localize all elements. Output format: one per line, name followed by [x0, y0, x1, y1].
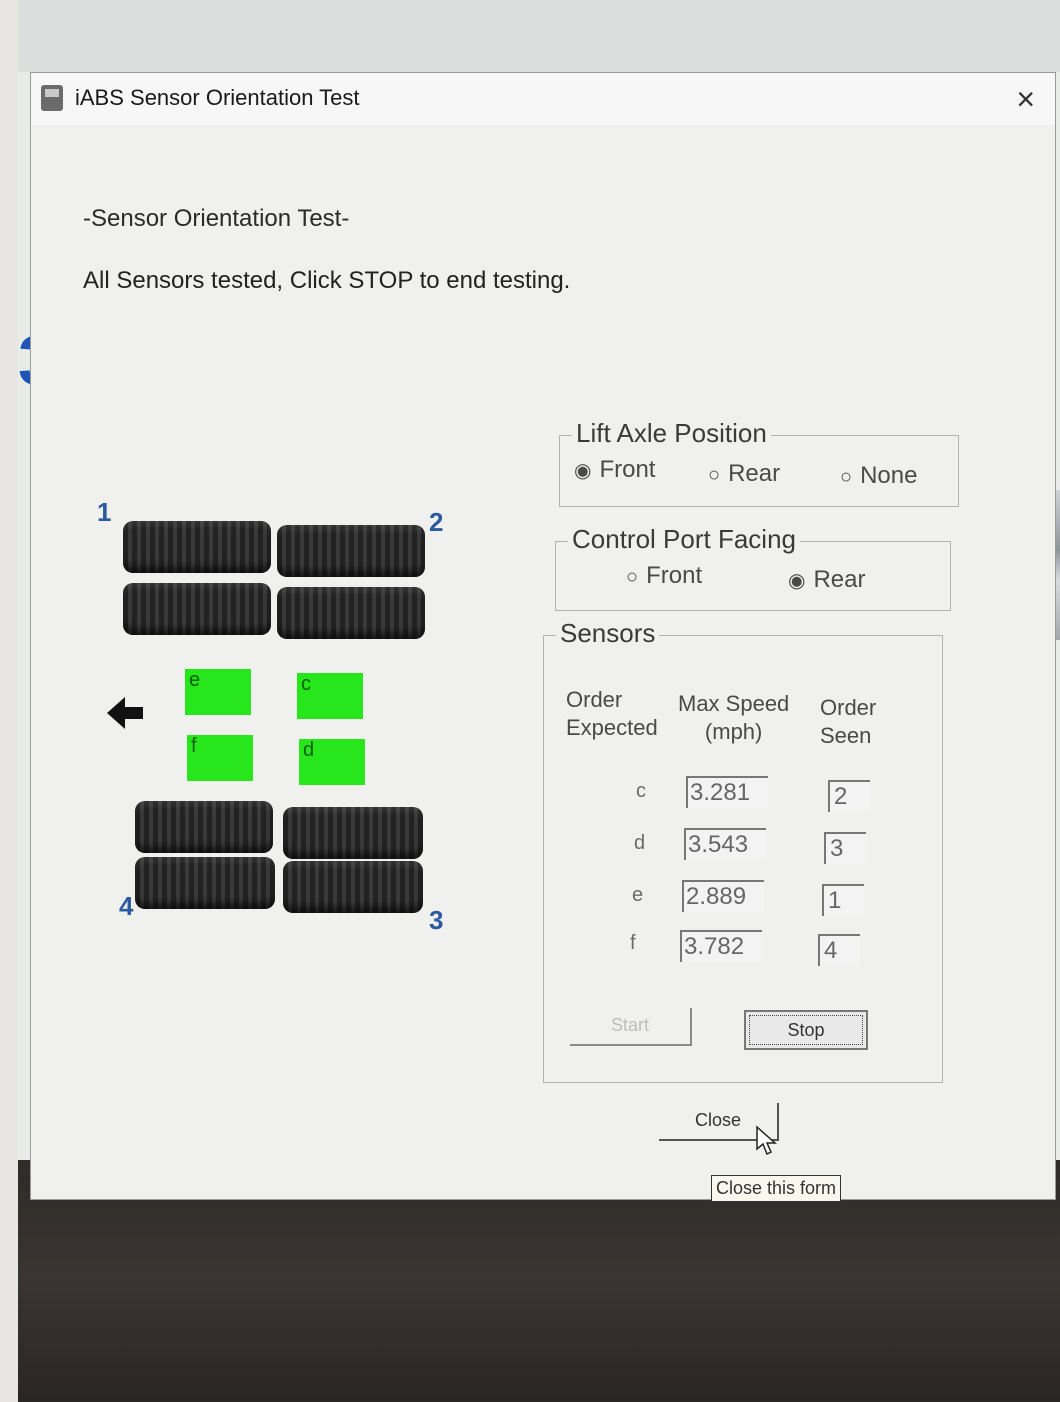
sensors-title: Sensors	[556, 618, 660, 649]
sensor-orientation-dialog: iABS Sensor Orientation Test × -Sensor O…	[30, 72, 1056, 1202]
lift-axle-rear-radio[interactable]: ○ Rear	[708, 460, 780, 488]
desktop-top-strip	[18, 0, 1060, 72]
tire-rear-right-inner	[283, 807, 423, 859]
axle-label-1: 1	[97, 497, 112, 527]
axle-label-2: 2	[429, 507, 444, 537]
close-icon[interactable]: ×	[1016, 81, 1035, 118]
order-seen-field: 4	[818, 934, 860, 966]
stop-button[interactable]: Stop	[744, 1010, 868, 1050]
max-speed-field: 3.782	[680, 930, 762, 962]
sensor-box-f: f	[187, 735, 253, 781]
window-title: iABS Sensor Orientation Test	[75, 85, 360, 110]
tire-front-left-outer	[123, 521, 271, 573]
sensor-row-letter: e	[632, 884, 644, 906]
tire-rear-left-outer	[135, 857, 275, 909]
close-tooltip: Close this form	[711, 1175, 842, 1202]
sensors-group: Sensors Order Expected Max Speed (mph) O…	[543, 618, 943, 1083]
order-seen-field: 1	[822, 884, 864, 916]
max-speed-field: 2.889	[682, 880, 764, 912]
sensor-row-letter: f	[630, 932, 636, 954]
column-header-order-seen: Order Seen	[820, 695, 877, 748]
sensor-box-d: d	[299, 739, 365, 785]
radio-unselected-icon: ○	[708, 464, 721, 486]
sensor-row-letter: c	[636, 780, 646, 802]
status-message: All Sensors tested, Click STOP to end te…	[83, 267, 571, 294]
lift-axle-group: Lift Axle Position ◉ Front ○ Rear ○ None	[559, 418, 959, 507]
lift-axle-none-radio[interactable]: ○ None	[840, 462, 917, 490]
radio-unselected-icon: ○	[626, 566, 639, 588]
axle-label-4: 4	[119, 891, 134, 921]
lift-axle-title: Lift Axle Position	[572, 418, 771, 449]
control-port-title: Control Port Facing	[568, 524, 800, 555]
column-header-order-expected: Order Expected	[566, 687, 658, 740]
radio-selected-icon: ◉	[788, 570, 806, 592]
direction-arrow-icon	[107, 697, 143, 729]
lift-axle-front-radio[interactable]: ◉ Front	[574, 456, 655, 484]
column-header-max-speed: Max Speed (mph)	[678, 691, 790, 744]
photo-left-edge	[0, 0, 18, 1402]
axle-label-3: 3	[429, 905, 444, 935]
tire-rear-left-inner	[135, 801, 273, 853]
control-port-group: Control Port Facing ○ Front ◉ Rear	[555, 524, 951, 611]
radio-unselected-icon: ○	[840, 466, 853, 488]
tire-front-left-inner	[123, 583, 271, 635]
tire-front-right-outer	[277, 525, 425, 577]
control-port-front-radio[interactable]: ○ Front	[626, 562, 702, 590]
order-seen-field: 2	[828, 780, 870, 812]
radio-selected-icon: ◉	[574, 460, 592, 482]
control-port-rear-radio[interactable]: ◉ Rear	[788, 566, 865, 594]
start-button[interactable]: Start	[570, 1008, 692, 1046]
mouse-cursor-icon	[756, 1125, 777, 1156]
max-speed-field: 3.281	[686, 776, 768, 808]
section-heading: -Sensor Orientation Test-	[83, 205, 350, 232]
tire-front-right-inner	[277, 587, 425, 639]
order-seen-field: 3	[824, 832, 866, 864]
app-icon	[41, 85, 63, 111]
tire-rear-right-outer	[283, 861, 423, 913]
title-bar: iABS Sensor Orientation Test ×	[31, 73, 1055, 125]
sensor-box-e: e	[185, 669, 251, 715]
max-speed-field: 3.543	[684, 828, 766, 860]
sensor-row-letter: d	[634, 832, 646, 854]
sensor-box-c: c	[297, 673, 363, 719]
